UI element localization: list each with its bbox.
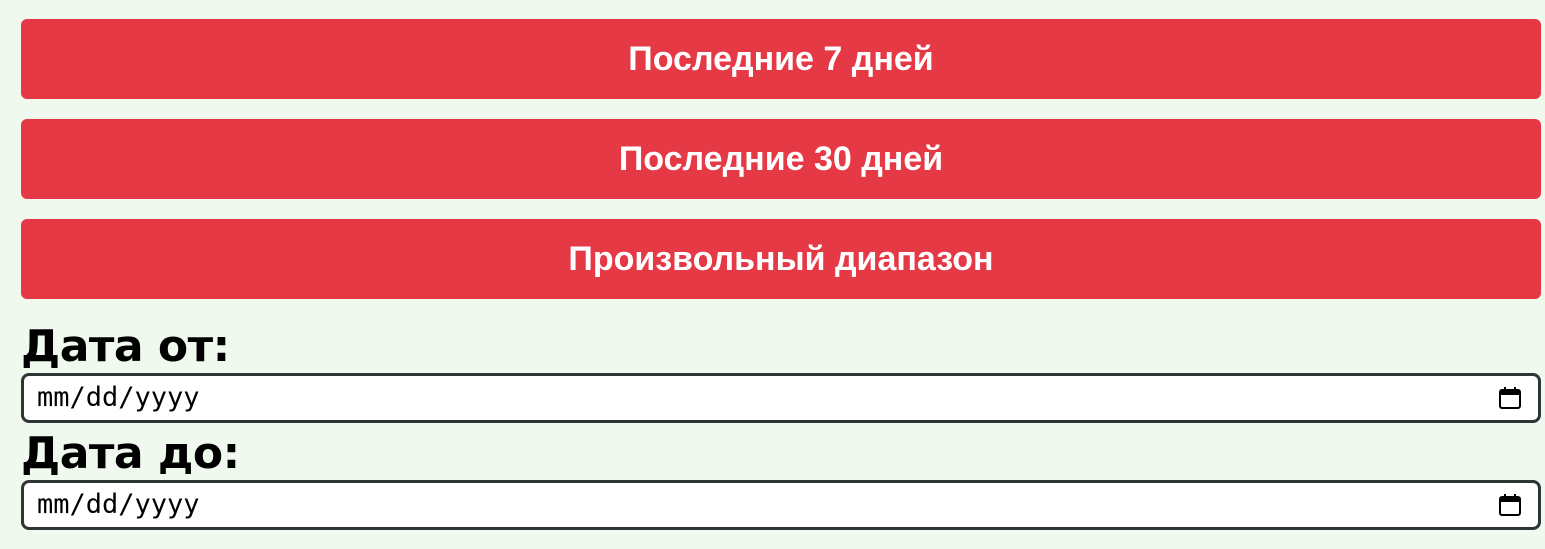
date-to-input[interactable]: mm/dd/yyyy	[21, 480, 1541, 530]
date-to-placeholder: mm/dd/yyyy	[37, 489, 200, 520]
date-from-input[interactable]: mm/dd/yyyy	[21, 373, 1541, 423]
calendar-icon[interactable]	[1498, 386, 1522, 410]
date-range-panel: Последние 7 дней Последние 30 дней Произ…	[21, 19, 1541, 530]
date-from-placeholder: mm/dd/yyyy	[37, 382, 200, 413]
calendar-icon[interactable]	[1498, 493, 1522, 517]
date-to-label: Дата до:	[21, 428, 240, 479]
last-30-days-button[interactable]: Последние 30 дней	[21, 119, 1541, 199]
date-from-label: Дата от:	[21, 321, 230, 372]
custom-range-button[interactable]: Произвольный диапазон	[21, 219, 1541, 299]
last-7-days-button[interactable]: Последние 7 дней	[21, 19, 1541, 99]
